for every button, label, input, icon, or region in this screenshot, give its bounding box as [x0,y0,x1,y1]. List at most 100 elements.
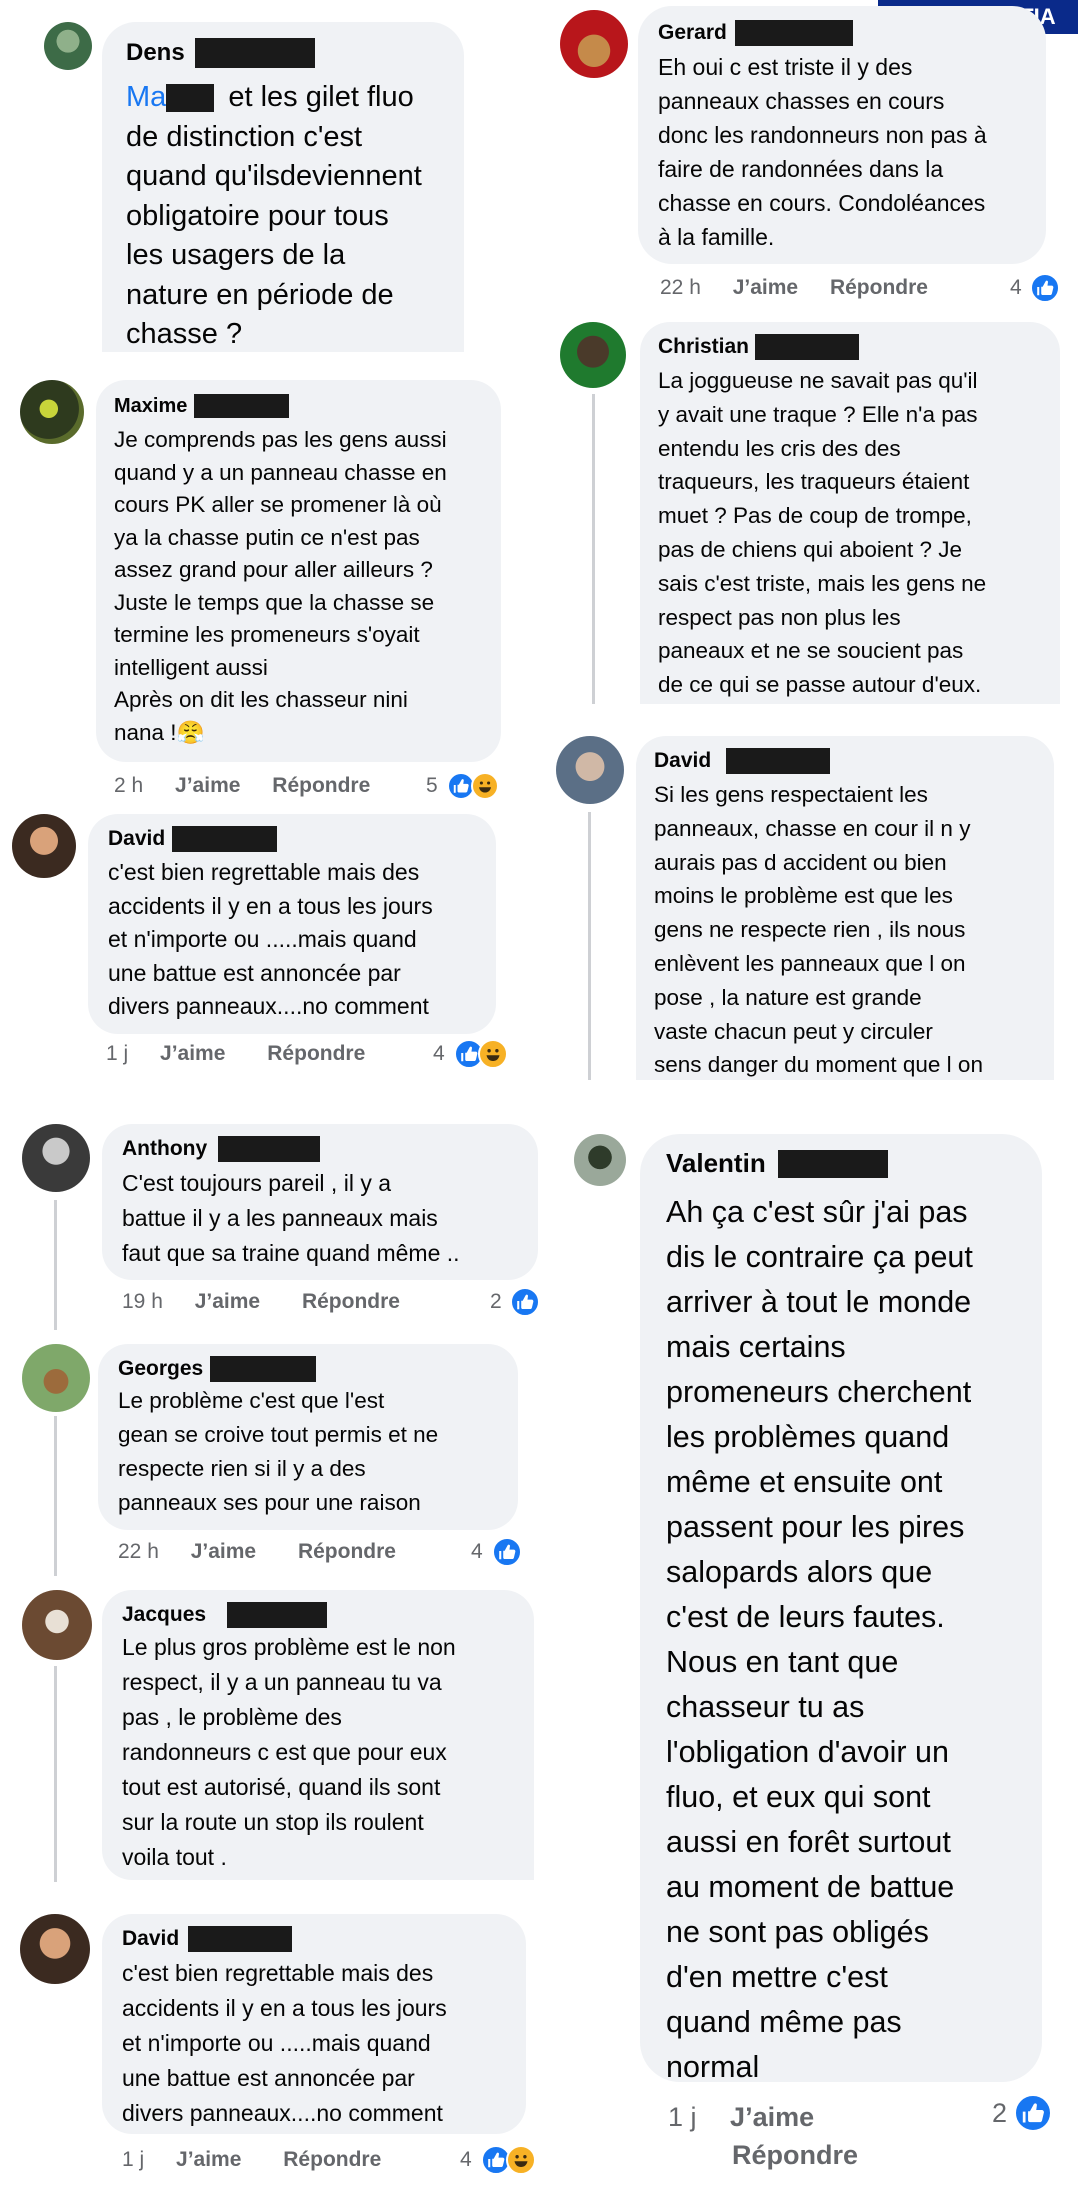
comment-time: 1 j [122,2148,145,2171]
avatar[interactable] [12,814,76,878]
comment-bubble: Anthony C'est toujours pareil , il y a b… [102,1124,538,1280]
reaction-count: 4 [471,1540,483,1563]
reply-button[interactable]: Répondre [272,774,370,797]
comment-actions: 1 j J’aime Répondre [122,2148,381,2172]
thread-line [54,1200,57,1330]
like-button[interactable]: J’aime [191,1540,256,1563]
reply-button[interactable]: Répondre [298,1540,396,1563]
commenter-name[interactable]: David [654,749,711,773]
comment-text: Le problème c'est que l'est gean se croi… [118,1388,439,1515]
like-reaction-icon[interactable] [1014,2094,1052,2132]
redacted-surname [171,826,277,852]
comment-bubble: Valentin Ah ça c'est sûr j'ai pas dis le… [640,1134,1042,2084]
care-reaction-icon[interactable] [471,772,499,800]
comment-bubble: Jacques Le plus gros problème est le non… [102,1590,534,1880]
avatar[interactable] [20,380,84,444]
comment-bubble: David Si les gens respectaient les panne… [636,736,1054,1080]
comment-text: c'est bien regrettable mais des accident… [108,859,433,1019]
commenter-name[interactable]: Georges [118,1357,203,1381]
comment-bubble: David c'est bien regrettable mais des ac… [88,814,496,1034]
like-button[interactable]: J’aime [730,2102,814,2132]
reply-button[interactable]: Répondre [283,2148,381,2171]
avatar[interactable] [556,736,624,804]
comment-text: Ah ça c'est sûr j'ai pas dis le contrair… [666,1195,973,2084]
comment-time: 2 h [114,774,144,797]
reaction-count: 5 [426,774,438,797]
comment-actions: 22 h J’aime Répondre [118,1540,396,1564]
redacted-surname [217,1136,320,1162]
comment-text: Eh oui c est triste il y des panneaux ch… [658,54,987,250]
comment-bubble: Georges Le problème c'est que l'est gean… [98,1344,518,1530]
comment-text: Si les gens respectaient les panneaux, c… [654,782,983,1078]
comment-actions: 2 h J’aime Répondre [114,774,370,798]
comment-actions: 19 h J’aime Répondre [122,1290,400,1314]
comment-text: Le plus gros problème est le non respect… [122,1634,456,1870]
redacted-surname [195,38,316,68]
thread-line [54,1666,57,1882]
avatar[interactable] [22,1590,92,1660]
reaction-count: 2 [992,2098,1008,2128]
commenter-name[interactable]: Gerard [658,21,727,45]
reaction-count: 4 [433,1042,445,1065]
comment-bubble: Dens Ma et les gilet fluo de distinction… [102,22,464,352]
comment-text: Ma et les gilet fluo de distinction c'es… [126,81,422,350]
commenter-name[interactable]: Anthony [122,1137,207,1161]
comment-actions: 1 j J’aime Répondre [668,2098,888,2174]
like-button[interactable]: J’aime [160,1042,225,1065]
avatar[interactable] [22,1344,90,1412]
reaction-count: 4 [460,2148,472,2171]
avatar[interactable] [22,1124,90,1192]
commenter-name[interactable]: Christian [658,335,749,359]
redacted-surname [725,748,830,774]
like-reaction-icon[interactable] [510,1287,540,1317]
comment-text: Je comprends pas les gens aussi quand y … [114,427,447,745]
like-button[interactable]: J’aime [195,1290,260,1313]
comment-time: 22 h [660,276,701,299]
thread-line [592,394,595,704]
commenter-name[interactable]: David [108,827,165,851]
comment-actions: 1 j J’aime Répondre [106,1042,365,1066]
redacted-surname [187,1926,292,1952]
redacted-surname [226,1602,327,1628]
avatar[interactable] [44,22,92,70]
haha-reaction-icon[interactable] [506,2145,536,2175]
comment-time: 19 h [122,1290,163,1313]
like-button[interactable]: J’aime [176,2148,241,2171]
commenter-name[interactable]: Dens [126,39,185,67]
like-button[interactable]: J’aime [733,276,798,299]
comment-bubble: Gerard Eh oui c est triste il y des pann… [638,6,1046,264]
reply-button[interactable]: Répondre [732,2140,858,2170]
avatar[interactable] [20,1914,90,1984]
commenter-name[interactable]: David [122,1927,179,1951]
comment-time: 1 j [106,1042,129,1065]
reply-button[interactable]: Répondre [267,1042,365,1065]
redacted-mention [166,84,215,113]
thread-line [588,812,591,1080]
redacted-surname [209,1356,316,1382]
commenter-name[interactable]: Maxime [114,395,187,418]
comment-time: 1 j [668,2102,697,2132]
commenter-name[interactable]: Valentin [666,1148,766,1179]
mention-link[interactable]: Ma [126,81,166,113]
comment-bubble: Maxime Je comprends pas les gens aussi q… [96,380,501,762]
comment-actions: 22 h J’aime Répondre [660,276,928,300]
like-button[interactable]: J’aime [175,774,240,797]
comment-text: La joggueuse ne savait pas qu'il y avait… [658,368,987,698]
comment-bubble: David c'est bien regrettable mais des ac… [102,1914,526,2134]
reply-button[interactable]: Répondre [302,1290,400,1313]
redacted-surname [735,20,854,46]
redacted-surname [755,334,860,360]
avatar[interactable] [560,10,628,78]
redacted-surname [778,1149,889,1178]
commenter-name[interactable]: Jacques [122,1603,206,1627]
reaction-count: 2 [490,1290,502,1313]
reaction-count: 4 [1010,276,1022,299]
reply-button[interactable]: Répondre [830,276,928,299]
comment-text: c'est bien regrettable mais des accident… [122,1960,447,2126]
haha-reaction-icon[interactable] [478,1039,508,1069]
avatar[interactable] [560,322,626,388]
redacted-surname [193,394,289,418]
like-reaction-icon[interactable] [1030,273,1060,303]
avatar[interactable] [574,1134,626,1186]
like-reaction-icon[interactable] [492,1537,522,1567]
